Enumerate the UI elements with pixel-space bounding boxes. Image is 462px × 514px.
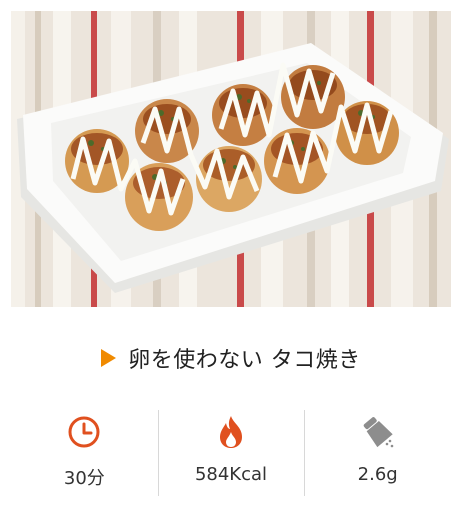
play-triangle-icon bbox=[101, 349, 117, 367]
stat-calories: 584Kcal bbox=[157, 408, 305, 496]
stat-salt: 2.6g bbox=[304, 408, 451, 496]
recipe-title-row[interactable]: 卵を使わない タコ焼き bbox=[0, 340, 462, 376]
recipe-photo[interactable] bbox=[11, 11, 451, 307]
clock-icon bbox=[67, 414, 101, 450]
recipe-stats: 30分 584Kcal 2.6g bbox=[11, 408, 451, 496]
stat-salt-value: 2.6g bbox=[357, 464, 398, 485]
recipe-title: 卵を使わない タコ焼き bbox=[128, 348, 361, 373]
stat-calories-value: 584Kcal bbox=[194, 464, 268, 485]
salt-shaker-icon bbox=[360, 414, 396, 450]
stat-time-value: 30分 bbox=[63, 468, 105, 489]
fire-icon bbox=[216, 414, 246, 450]
stat-time: 30分 bbox=[11, 408, 158, 496]
